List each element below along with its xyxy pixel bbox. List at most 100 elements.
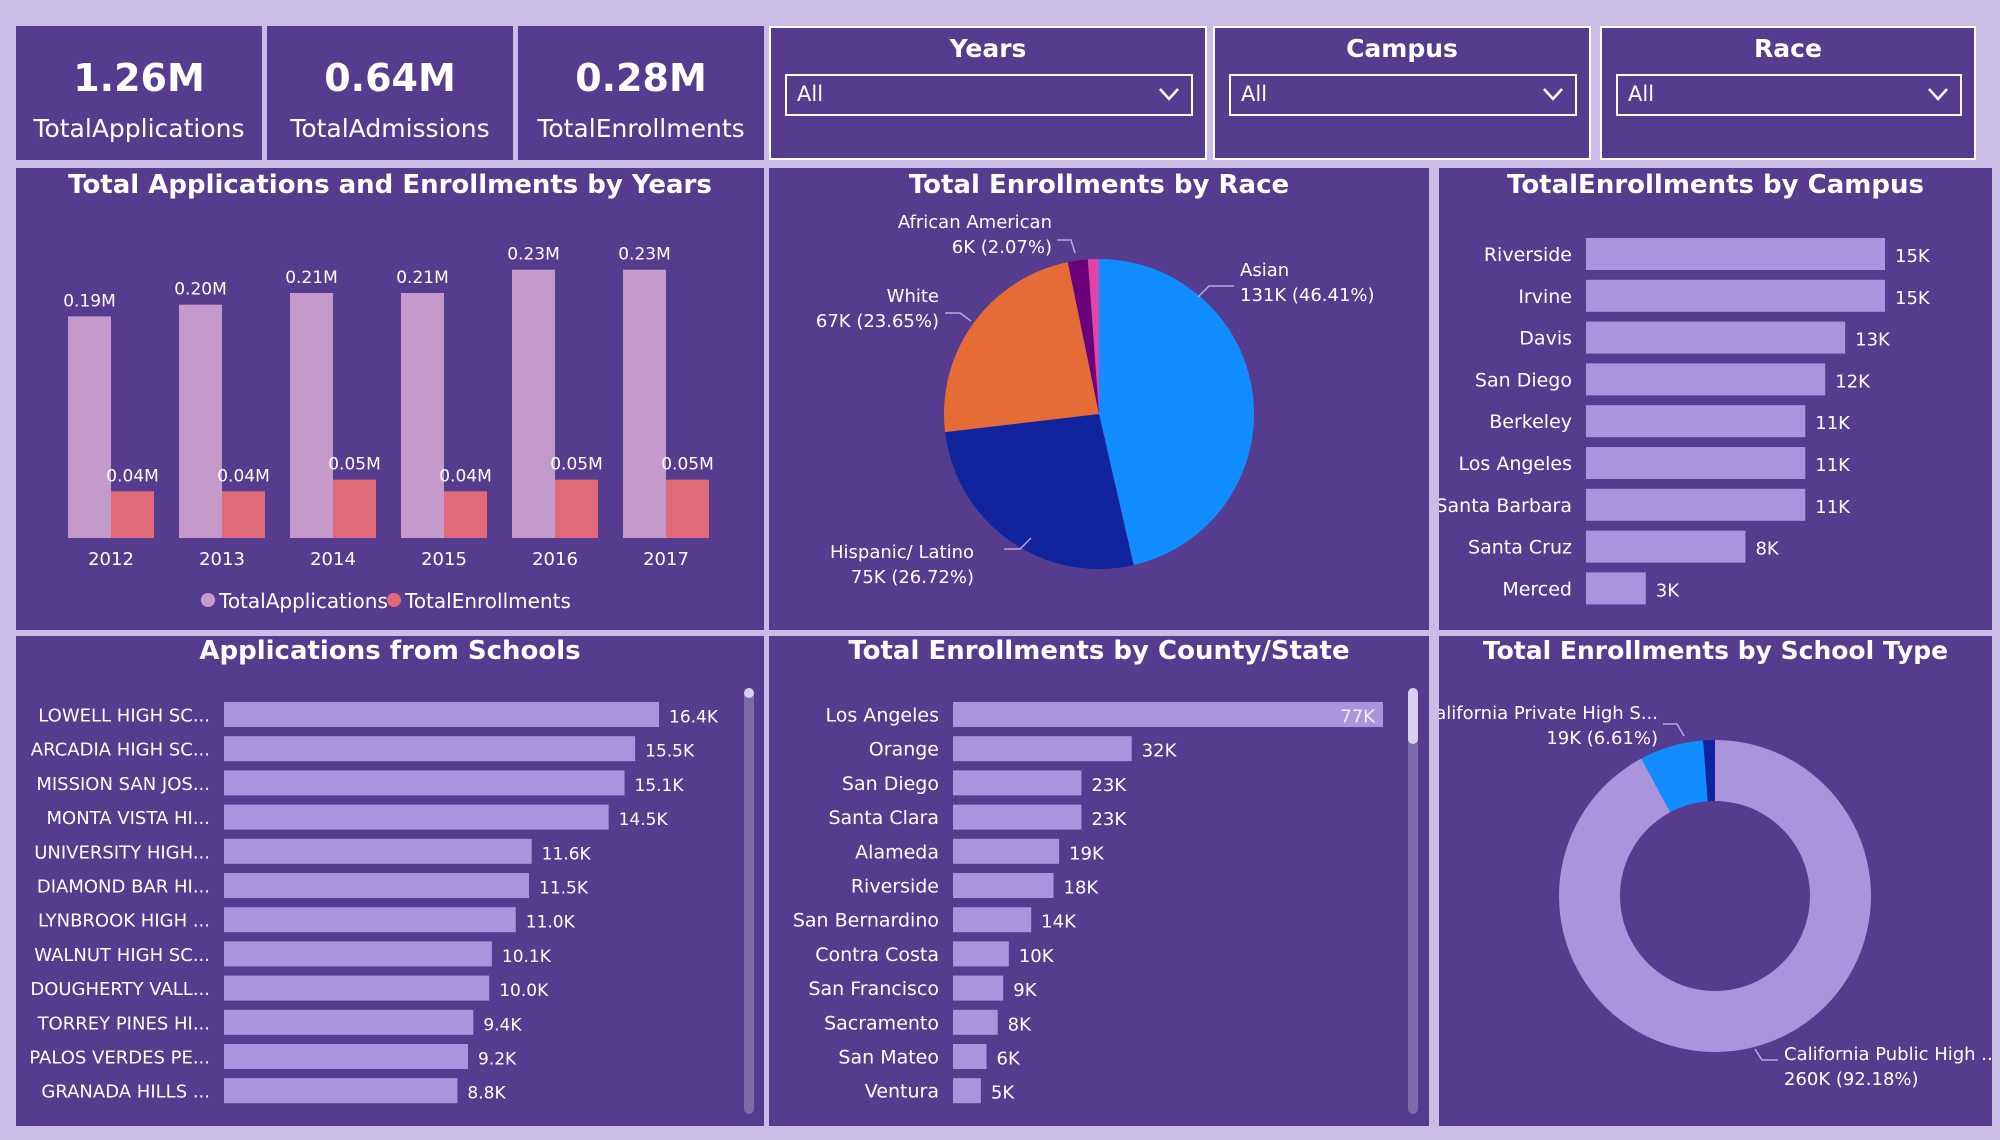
data-label: 0.04M [217, 466, 270, 486]
slice-name-label: African American [898, 212, 1052, 233]
category-label: Orange [869, 739, 939, 761]
applications-bar [401, 293, 444, 538]
leader-line [1663, 723, 1685, 737]
slice-value-label: 19K (6.61%) [1546, 728, 1658, 749]
value-label: 11K [1815, 497, 1851, 518]
category-label: Santa Cruz [1468, 537, 1572, 559]
value-label: 23K [1091, 809, 1127, 830]
value-label: 11K [1815, 455, 1851, 476]
bar [224, 770, 625, 796]
value-label: 9.4K [483, 1015, 522, 1035]
scrollbar[interactable] [744, 688, 754, 1114]
kpi-card-applications: 1.26M TotalApplications [16, 26, 262, 160]
data-label: 0.21M [285, 268, 338, 288]
kpi-label: TotalEnrollments [537, 114, 745, 143]
value-label: 11K [1815, 413, 1851, 434]
scroll-thumb[interactable] [744, 688, 754, 698]
slicer-title: Race [1754, 34, 1822, 63]
bar [953, 975, 1004, 1001]
category-label: LOWELL HIGH SC... [38, 706, 210, 727]
slice-value-label: 75K (26.72%) [851, 567, 974, 588]
bar [953, 907, 1032, 933]
x-tick-label: 2013 [199, 549, 245, 570]
bar [224, 907, 516, 933]
scrollbar[interactable] [1408, 688, 1418, 1114]
schools-chart-panel: Applications from Schools LOWELL HIGH SC… [16, 636, 764, 1126]
slice-value-label: 131K (46.41%) [1240, 285, 1375, 306]
value-label: 11.5K [539, 879, 589, 899]
category-label: San Francisco [808, 978, 939, 1000]
years-chart-panel: Total Applications and Enrollments by Ye… [16, 168, 764, 630]
bar [953, 1078, 981, 1104]
slicer-title: Years [949, 34, 1027, 63]
bar [953, 736, 1132, 762]
campus-chart-panel: TotalEnrollments by Campus Riverside 15K I… [1439, 168, 1992, 630]
dropdown-value: All [797, 82, 824, 106]
bar [224, 975, 490, 1001]
bar [224, 873, 530, 898]
category-label: Sacramento [824, 1012, 939, 1034]
value-label: 14.5K [619, 810, 669, 830]
data-label: 0.04M [106, 466, 159, 486]
category-label: Riverside [851, 876, 939, 898]
race-dropdown[interactable]: All [1616, 74, 1962, 116]
county-chart-panel: Total Enrollments by County/State Los An… [769, 636, 1429, 1126]
category-label: Davis [1519, 328, 1572, 350]
data-label: 0.23M [618, 245, 671, 265]
category-label: ARCADIA HIGH SC... [31, 740, 210, 761]
data-label: 0.04M [439, 466, 492, 486]
bar [1586, 363, 1826, 396]
schools-bar-chart: LOWELL HIGH SC... 16.4K ARCADIA HIGH SC...… [29, 702, 719, 1104]
leader-line [1197, 285, 1234, 298]
bar [224, 1078, 458, 1104]
leader-line [1754, 1048, 1778, 1061]
value-label: 3K [1656, 580, 1680, 601]
enrollments-bar [555, 479, 598, 538]
kpi-card-admissions: 0.64M TotalAdmissions [267, 26, 513, 160]
data-label: 0.20M [174, 280, 227, 300]
value-label: 6K [997, 1049, 1021, 1070]
enrollments-bar [111, 491, 154, 538]
category-label: Santa Clara [828, 807, 939, 829]
bar [224, 1044, 469, 1069]
category-label: Merced [1502, 578, 1572, 600]
bar [224, 804, 609, 830]
category-label: Alameda [855, 841, 939, 863]
category-label: Irvine [1518, 286, 1572, 308]
years-dropdown[interactable]: All [785, 74, 1193, 116]
category-label: San Diego [842, 773, 939, 795]
bar [953, 873, 1054, 898]
scroll-thumb[interactable] [1408, 688, 1418, 744]
x-tick-label: 2014 [310, 549, 356, 570]
category-label: Los Angeles [826, 705, 939, 727]
bar [224, 1009, 474, 1035]
enrollments-bar [444, 491, 487, 538]
value-label: 15K [1895, 288, 1931, 309]
slice-name-label: White [887, 286, 939, 307]
value-label: 8K [1008, 1014, 1032, 1035]
value-label: 23K [1091, 775, 1127, 796]
category-label: GRANADA HILLS ... [41, 1082, 210, 1103]
race-pie-chart: Asian 131K (46.41%) Hispanic/ Latino 75K (2… [816, 212, 1375, 588]
bar [953, 1009, 998, 1035]
dropdown-value: All [1241, 82, 1268, 106]
schooltype-donut-chart: California Private High S... 19K (6.61%) C… [1439, 703, 1992, 1090]
campus-dropdown[interactable]: All [1229, 74, 1577, 116]
category-label: Berkeley [1489, 411, 1572, 433]
data-label: 0.21M [396, 268, 449, 288]
dropdown-value: All [1628, 82, 1655, 106]
category-label: San Diego [1475, 369, 1572, 391]
chevron-down-icon [1543, 88, 1563, 101]
slice-value-label: 67K (23.65%) [816, 311, 939, 332]
data-label: 0.19M [63, 291, 116, 311]
bar [1586, 530, 1746, 563]
enrollments-bar [333, 479, 376, 538]
x-tick-label: 2012 [88, 549, 134, 570]
value-label: 16.4K [669, 708, 719, 728]
slice-name-label: Hispanic/ Latino [830, 542, 974, 563]
kpi-value: 1.26M [73, 56, 205, 100]
legend-marker [387, 593, 401, 607]
bar [953, 804, 1082, 830]
chevron-down-icon [1159, 88, 1179, 101]
years-slicer: Years All [769, 26, 1207, 160]
